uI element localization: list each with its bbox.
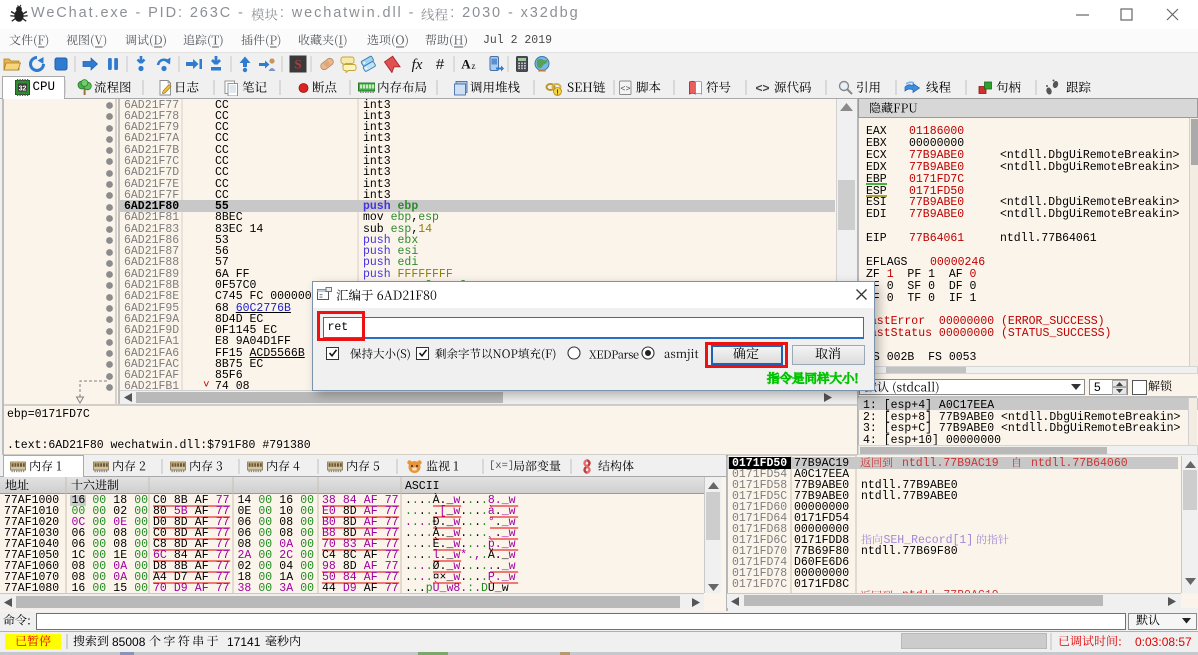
svg-text:<>: <>: [755, 81, 769, 95]
svg-text:A: A: [461, 57, 471, 72]
svg-text:#: #: [436, 56, 445, 73]
svg-text:!: !: [556, 89, 558, 96]
svg-text:fx: fx: [412, 57, 423, 73]
svg-text:<>: <>: [620, 84, 630, 94]
svg-text:32: 32: [18, 86, 26, 93]
svg-text:S: S: [294, 57, 301, 72]
svg-text:z: z: [472, 61, 476, 71]
